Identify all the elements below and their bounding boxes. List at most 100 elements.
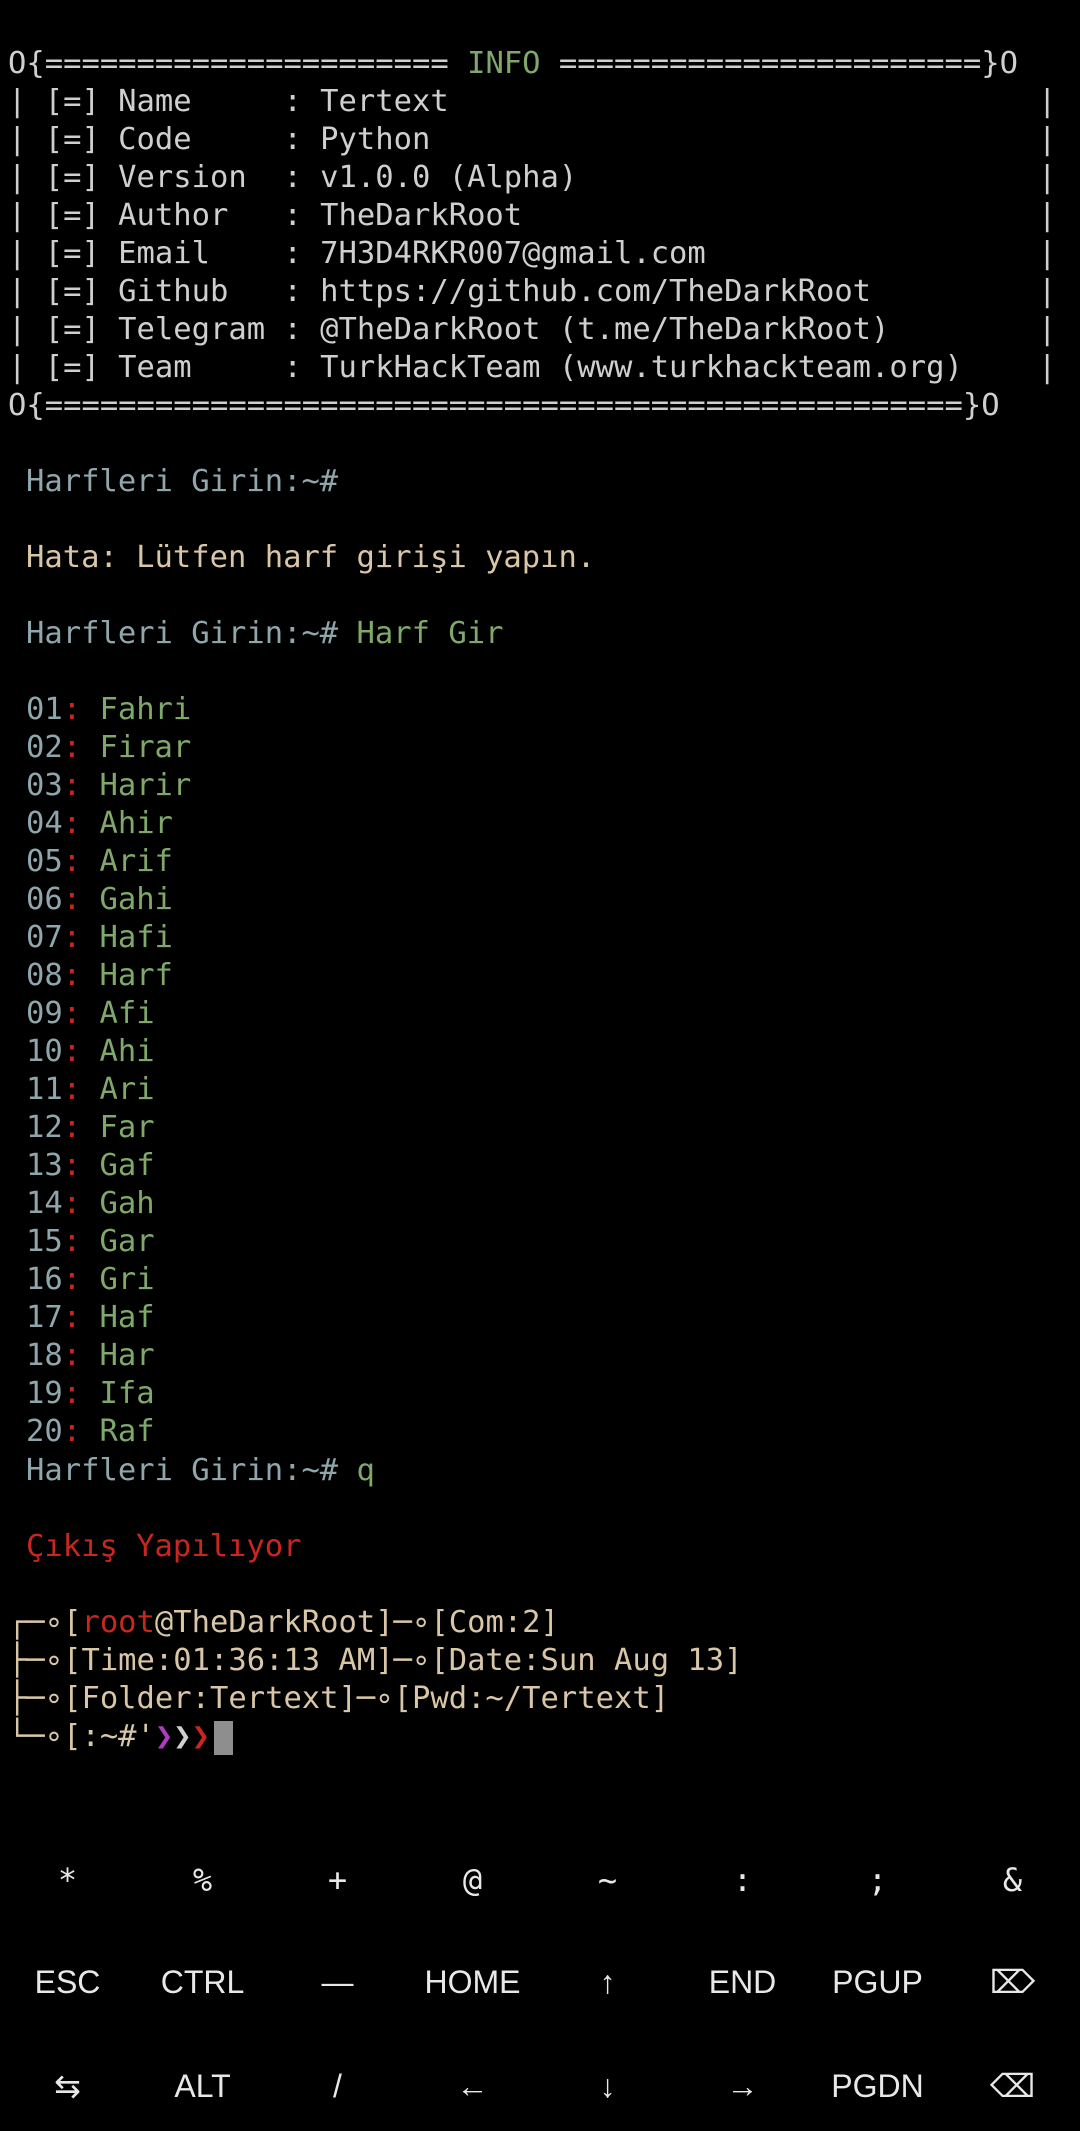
list-item: 10: Ahi <box>26 1033 155 1071</box>
extra-key-row3-3[interactable]: ← <box>405 2041 540 2131</box>
list-item-word: Ari <box>99 1072 155 1107</box>
extra-key-row1-3[interactable]: @ <box>405 1835 540 1925</box>
prompt-line-3: Harfleri Girin:~# q <box>26 1452 375 1490</box>
extra-key-row2-7[interactable]: ⌦ <box>945 1937 1080 2027</box>
text-cursor <box>214 1720 234 1755</box>
list-item-separator: : <box>62 958 100 993</box>
extra-key-row1-6[interactable]: ; <box>810 1835 945 1925</box>
extra-key-row3-2[interactable]: / <box>270 2041 405 2131</box>
info-top-border: O{====================== INFO ==========… <box>8 45 1018 83</box>
info-row-value: TheDarkRoot <box>320 198 523 233</box>
extra-key-row3-1[interactable]: ALT <box>135 2041 270 2131</box>
extra-key-row2-3[interactable]: HOME <box>405 1937 540 2027</box>
extra-key-row3-4[interactable]: ↓ <box>540 2041 675 2131</box>
info-row-value: TurkHackTeam (www.turkhackteam.org) <box>320 350 963 385</box>
list-item-number: 15 <box>26 1224 63 1259</box>
list-item-word: Harir <box>99 768 192 803</box>
list-item-number: 18 <box>26 1338 63 1373</box>
info-row-value: 7H3D4RKR007@gmail.com <box>320 236 706 271</box>
list-item-word: Arif <box>99 844 173 879</box>
info-row-value: https://github.com/TheDarkRoot <box>320 274 872 309</box>
extra-key-row2-0[interactable]: ESC <box>0 1937 135 2027</box>
extra-key-row2-1[interactable]: CTRL <box>135 1937 270 2027</box>
info-row-value: @TheDarkRoot (t.me/TheDarkRoot) <box>320 312 890 347</box>
info-row-label: | [=] Author : <box>8 198 321 233</box>
list-item: 08: Harf <box>26 957 173 995</box>
extra-key-row2-5[interactable]: END <box>675 1937 810 2027</box>
list-item-separator: : <box>62 1262 100 1297</box>
list-item-number: 11 <box>26 1072 63 1107</box>
extra-key-row1-4[interactable]: ~ <box>540 1835 675 1925</box>
list-item-separator: : <box>62 806 100 841</box>
extra-key-row3-6[interactable]: PGDN <box>810 2041 945 2131</box>
list-item-separator: : <box>62 1034 100 1069</box>
list-item-number: 16 <box>26 1262 63 1297</box>
list-item-number: 20 <box>26 1414 63 1449</box>
list-item: 15: Gar <box>26 1223 155 1261</box>
prompt-arrow-icon: ❯ <box>154 1719 174 1754</box>
prompt-line-2: Harfleri Girin:~# Harf Gir <box>26 615 503 653</box>
extra-key-row3-0[interactable]: ⇆ <box>0 2041 135 2131</box>
list-item-word: Gahi <box>99 882 173 917</box>
list-item-separator: : <box>62 730 100 765</box>
extra-keys-row-1: *% + @ ~:; & <box>0 1835 1080 1925</box>
list-item-number: 02 <box>26 730 63 765</box>
list-item-number: 19 <box>26 1376 63 1411</box>
extra-key-row1-1[interactable]: % <box>135 1835 270 1925</box>
extra-key-row1-5[interactable]: : <box>675 1835 810 1925</box>
prompt-tick: ' <box>136 1719 155 1754</box>
list-item-separator: : <box>62 996 100 1031</box>
shell-prompt-line-2: ├─∘[Time:01:36:13 AM]─∘[Date:Sun Aug 13] <box>8 1643 743 1678</box>
info-row: | [=] Telegram : @TheDarkRoot (t.me/TheD… <box>8 311 1056 349</box>
info-row-border: | <box>1038 236 1057 271</box>
info-row-label: | [=] Team : <box>8 350 321 385</box>
list-item-number: 07 <box>26 920 63 955</box>
list-item-number: 01 <box>26 692 63 727</box>
list-item-separator: : <box>62 1148 100 1183</box>
info-row: | [=] Name : Tertext | <box>8 83 1056 121</box>
extra-key-row1-7[interactable]: & <box>945 1835 1080 1925</box>
list-item-separator: : <box>62 1186 100 1221</box>
list-item-word: Gri <box>99 1262 155 1297</box>
prompt-frame: ┌─∘[ <box>8 1605 82 1640</box>
list-item: 12: Far <box>26 1109 155 1147</box>
prompt-text: Harfleri Girin:~# <box>26 616 339 651</box>
extra-key-row3-7[interactable]: ⌫ <box>945 2041 1080 2131</box>
list-item-number: 08 <box>26 958 63 993</box>
list-item-number: 17 <box>26 1300 63 1335</box>
list-item-word: Hafi <box>99 920 173 955</box>
list-item: 03: Harir <box>26 767 191 805</box>
list-item: 04: Ahir <box>26 805 173 843</box>
list-item-word: Firar <box>99 730 192 765</box>
extra-key-row2-4[interactable]: ↑ <box>540 1937 675 2027</box>
info-row-border: | <box>1038 160 1057 195</box>
info-row-value: Python <box>320 122 431 157</box>
prompt-frame: ]─∘[Com:2] <box>375 1605 559 1640</box>
list-item-word: Fahri <box>99 692 192 727</box>
extra-key-row1-0[interactable]: * <box>0 1835 135 1925</box>
list-item: 19: Ifa <box>26 1375 155 1413</box>
list-item: 16: Gri <box>26 1261 155 1299</box>
extra-keys-row-3: ⇆ ALT / ← ↓ → PGDN ⌫ <box>0 2041 1080 2131</box>
list-item-separator: : <box>62 692 100 727</box>
info-row-label: | [=] Version : <box>8 160 321 195</box>
list-item-separator: : <box>62 1376 100 1411</box>
shell-prompt-line-3: ├─∘[Folder:Tertext]─∘[Pwd:~/Tertext] <box>8 1681 670 1716</box>
extra-key-row2-2[interactable]: — <box>270 1937 405 2027</box>
list-item-separator: : <box>62 1300 100 1335</box>
list-item-number: 09 <box>26 996 63 1031</box>
list-item-number: 14 <box>26 1186 63 1221</box>
terminal-output[interactable]: O{====================== INFO ==========… <box>8 45 1072 1785</box>
list-item-word: Raf <box>99 1414 155 1449</box>
info-row-border: | <box>1038 350 1057 385</box>
info-row-value: v1.0.0 (Alpha) <box>320 160 578 195</box>
extra-key-row1-2[interactable]: + <box>270 1835 405 1925</box>
list-item: 17: Haf <box>26 1299 155 1337</box>
prompt-user: root <box>81 1605 155 1640</box>
extra-key-row2-6[interactable]: PGUP <box>810 1937 945 2027</box>
list-item-number: 13 <box>26 1148 63 1183</box>
list-item-word: Harf <box>99 958 173 993</box>
info-row: | [=] Email : 7H3D4RKR007@gmail.com | <box>8 235 1056 273</box>
info-row: | [=] Author : TheDarkRoot | <box>8 197 1056 235</box>
extra-key-row3-5[interactable]: → <box>675 2041 810 2131</box>
